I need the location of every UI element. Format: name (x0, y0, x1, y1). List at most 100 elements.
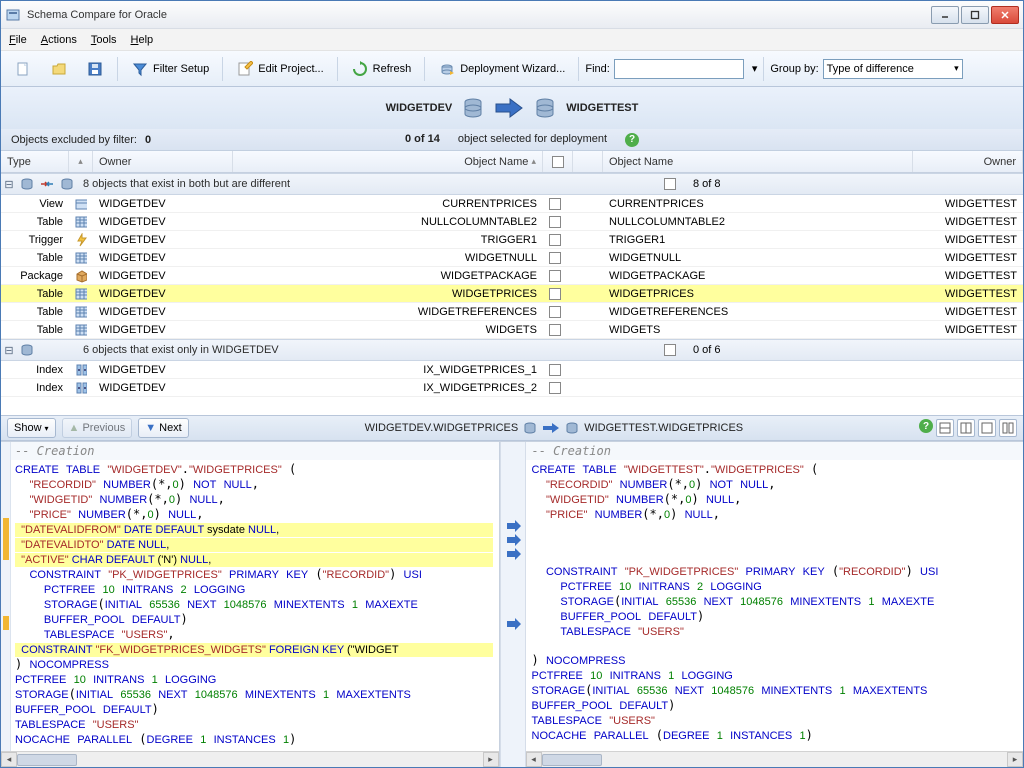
sql-pane-right: -- Creation CREATE TABLE "WIDGETTEST"."W… (526, 442, 1024, 767)
scroll-thumb[interactable] (17, 754, 77, 766)
col-objname-left-header[interactable]: Object Name ▴ (233, 151, 543, 172)
row-checkbox[interactable] (549, 216, 561, 228)
previous-button[interactable]: ▲ Previous (62, 418, 133, 438)
index-icon (69, 363, 93, 377)
table-icon (69, 305, 93, 319)
diff-arrow-icon (506, 520, 522, 532)
layout-button-4[interactable] (999, 419, 1017, 437)
help-icon[interactable]: ? (625, 133, 639, 147)
separator (763, 57, 764, 81)
trigger-icon (69, 233, 93, 247)
table-row[interactable]: TableWIDGETDEVWIDGETREFERENCESWIDGETREFE… (1, 303, 1023, 321)
col-owner-header[interactable]: Owner (93, 151, 233, 172)
row-checkbox[interactable] (549, 288, 561, 300)
row-checkbox[interactable] (549, 234, 561, 246)
scroll-left-button[interactable]: ◂ (526, 752, 542, 767)
diff-arrow-icon (506, 548, 522, 560)
view-icon (69, 197, 93, 211)
compare-header: WIDGETDEV WIDGETTEST (1, 87, 1023, 129)
h-scrollbar[interactable]: ◂ ▸ (1, 751, 499, 767)
table-row[interactable]: TriggerWIDGETDEVTRIGGER1TRIGGER1WIDGETTE… (1, 231, 1023, 249)
table-row[interactable]: PackageWIDGETDEVWIDGETPACKAGEWIDGETPACKA… (1, 267, 1023, 285)
refresh-button[interactable]: Refresh (344, 55, 419, 83)
application-window: Schema Compare for Oracle FFileile Actio… (0, 0, 1024, 768)
menu-help[interactable]: HelpHelp (131, 34, 154, 46)
row-checkbox[interactable] (549, 324, 561, 336)
group-checkbox[interactable] (655, 344, 685, 356)
row-checkbox[interactable] (549, 382, 561, 394)
sql-section-header: -- Creation (1, 442, 499, 460)
menubar: FFileile ActionsActions ToolsTools HelpH… (1, 29, 1023, 51)
open-icon (50, 60, 68, 78)
table-row[interactable]: TableWIDGETDEVWIDGETPRICESWIDGETPRICESWI… (1, 285, 1023, 303)
table-row[interactable]: TableWIDGETDEVWIDGETNULLWIDGETNULLWIDGET… (1, 249, 1023, 267)
filter-info-bar: Objects excluded by filter: 0 0 of 14 ob… (1, 129, 1023, 151)
group-by-combo[interactable]: Type of difference▾ (823, 59, 963, 79)
deployment-wizard-button[interactable]: Deployment Wizard... (431, 55, 572, 83)
table-row[interactable]: TableWIDGETDEVNULLCOLUMNTABLE2NULLCOLUMN… (1, 213, 1023, 231)
table-row[interactable]: IndexWIDGETDEVIX_WIDGETPRICES_1 (1, 361, 1023, 379)
save-button[interactable] (79, 55, 111, 83)
sql-toolbar: Show ▾ ▲ Previous ▼ Next WIDGETDEV.WIDGE… (1, 415, 1023, 441)
new-button[interactable] (7, 55, 39, 83)
group-checkbox[interactable] (655, 178, 685, 190)
table-row[interactable]: ViewWIDGETDEVCURRENTPRICESCURRENTPRICESW… (1, 195, 1023, 213)
database-icon (534, 97, 556, 119)
sql-text-left[interactable]: CREATE TABLE "WIDGETDEV"."WIDGETPRICES" … (1, 460, 499, 751)
col-objname-right-header[interactable]: Object Name (603, 151, 913, 172)
diff-arrow-icon (506, 534, 522, 546)
menu-tools[interactable]: ToolsTools (91, 34, 117, 46)
edit-icon (236, 60, 254, 78)
separator (578, 57, 579, 81)
row-checkbox[interactable] (549, 270, 561, 282)
diff-arrow-icon (506, 618, 522, 630)
scroll-right-button[interactable]: ▸ (1007, 752, 1023, 767)
selection-count: 0 of 14 (405, 133, 440, 147)
layout-button-3[interactable] (978, 419, 996, 437)
open-button[interactable] (43, 55, 75, 83)
app-icon (5, 7, 21, 23)
maximize-button[interactable] (961, 6, 989, 24)
edit-project-button[interactable]: Edit Project... (229, 55, 330, 83)
sql-text-right[interactable]: CREATE TABLE "WIDGETTEST"."WIDGETPRICES"… (526, 460, 1024, 751)
col-check-header[interactable] (543, 151, 573, 172)
show-button[interactable]: Show ▾ (7, 418, 56, 438)
close-button[interactable] (991, 6, 1019, 24)
group-row-only-left[interactable]: ⊟ 6 objects that exist only in WIDGETDEV… (1, 339, 1023, 361)
scroll-right-button[interactable]: ▸ (483, 752, 499, 767)
grid-body[interactable]: ⊟ 8 objects that exist in both but are d… (1, 173, 1023, 415)
arrow-icon (542, 422, 560, 434)
menu-file[interactable]: FFileile (9, 34, 27, 46)
row-checkbox[interactable] (549, 364, 561, 376)
layout-button-2[interactable] (957, 419, 975, 437)
scroll-thumb[interactable] (542, 754, 602, 766)
separator (117, 57, 118, 81)
next-button[interactable]: ▼ Next (138, 418, 189, 438)
row-checkbox[interactable] (549, 252, 561, 264)
layout-button-1[interactable] (936, 419, 954, 437)
down-arrow-icon: ▼ (145, 422, 156, 434)
new-icon (14, 60, 32, 78)
h-scrollbar[interactable]: ◂ ▸ (526, 751, 1024, 767)
find-combo[interactable] (614, 59, 744, 79)
help-icon[interactable]: ? (919, 419, 933, 433)
col-sort-header[interactable]: ▴ (69, 151, 93, 172)
row-checkbox[interactable] (549, 306, 561, 318)
row-checkbox[interactable] (549, 198, 561, 210)
table-row[interactable]: TableWIDGETDEVWIDGETSWIDGETSWIDGETTEST (1, 321, 1023, 339)
arrow-icon (494, 97, 524, 119)
table-row[interactable]: IndexWIDGETDEVIX_WIDGETPRICES_2 (1, 379, 1023, 397)
table-icon (69, 251, 93, 265)
group-row-both[interactable]: ⊟ 8 objects that exist in both but are d… (1, 173, 1023, 195)
expander-icon[interactable]: ⊟ (1, 178, 17, 191)
col-owner-right-header[interactable]: Owner (913, 151, 1023, 172)
minimize-button[interactable] (931, 6, 959, 24)
col-type-header[interactable]: Type (1, 151, 69, 172)
scroll-left-button[interactable]: ◂ (1, 752, 17, 767)
expander-icon[interactable]: ⊟ (1, 344, 17, 357)
wizard-icon (438, 60, 456, 78)
window-buttons (931, 6, 1019, 24)
diff-gutter (500, 442, 526, 767)
filter-setup-button[interactable]: Filter Setup (124, 55, 216, 83)
menu-actions[interactable]: ActionsActions (41, 34, 77, 46)
